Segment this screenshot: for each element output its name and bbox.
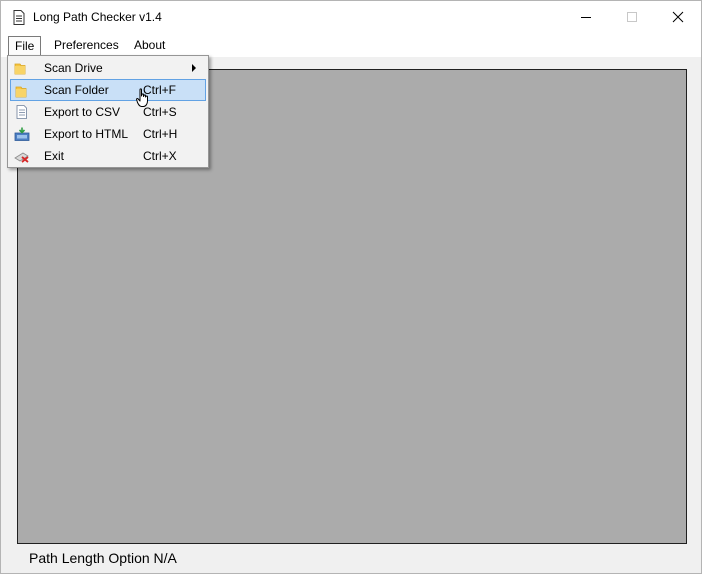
status-label: Path Length Option N/A (29, 550, 177, 566)
menu-item-exit[interactable]: Exit Ctrl+X (10, 145, 206, 167)
menu-item-shortcut: Ctrl+H (143, 127, 178, 141)
folder-icon (14, 63, 26, 75)
app-document-icon (13, 10, 25, 25)
exit-icon (14, 152, 29, 163)
menu-item-scan-drive[interactable]: Scan Drive (10, 57, 206, 79)
title-bar[interactable]: Long Path Checker v1.4 (1, 1, 701, 33)
minimize-button[interactable] (563, 1, 609, 33)
submenu-arrow-icon (192, 64, 196, 72)
menu-item-shortcut: Ctrl+X (143, 149, 177, 163)
menu-item-label: Export to CSV (44, 105, 121, 119)
maximize-icon (627, 12, 637, 22)
menu-item-label: Scan Drive (44, 61, 103, 75)
minimize-icon (581, 17, 591, 18)
file-menu-dropdown: Scan Drive Scan Folder Ctrl+F Export to … (7, 55, 209, 168)
menu-item-label: Export to HTML (44, 127, 129, 141)
hand-cursor-icon (136, 88, 148, 107)
close-icon (672, 11, 684, 23)
menu-item-export-csv[interactable]: Export to CSV Ctrl+S (10, 101, 206, 123)
menu-about[interactable]: About (128, 36, 171, 54)
menu-item-label: Exit (44, 149, 65, 163)
window-title: Long Path Checker v1.4 (33, 10, 162, 24)
menu-item-export-html[interactable]: Export to HTML Ctrl+H (10, 123, 206, 145)
document-icon (16, 105, 27, 119)
menu-bar: File Preferences About (1, 33, 701, 57)
menu-file[interactable]: File (8, 36, 42, 56)
menu-item-scan-folder[interactable]: Scan Folder Ctrl+F (10, 79, 206, 101)
menu-preferences[interactable]: Preferences (48, 36, 125, 54)
export-html-icon (14, 127, 30, 141)
folder-icon (15, 86, 27, 98)
maximize-button[interactable] (609, 1, 655, 33)
menu-item-label: Scan Folder (44, 83, 109, 97)
close-button[interactable] (655, 1, 701, 33)
